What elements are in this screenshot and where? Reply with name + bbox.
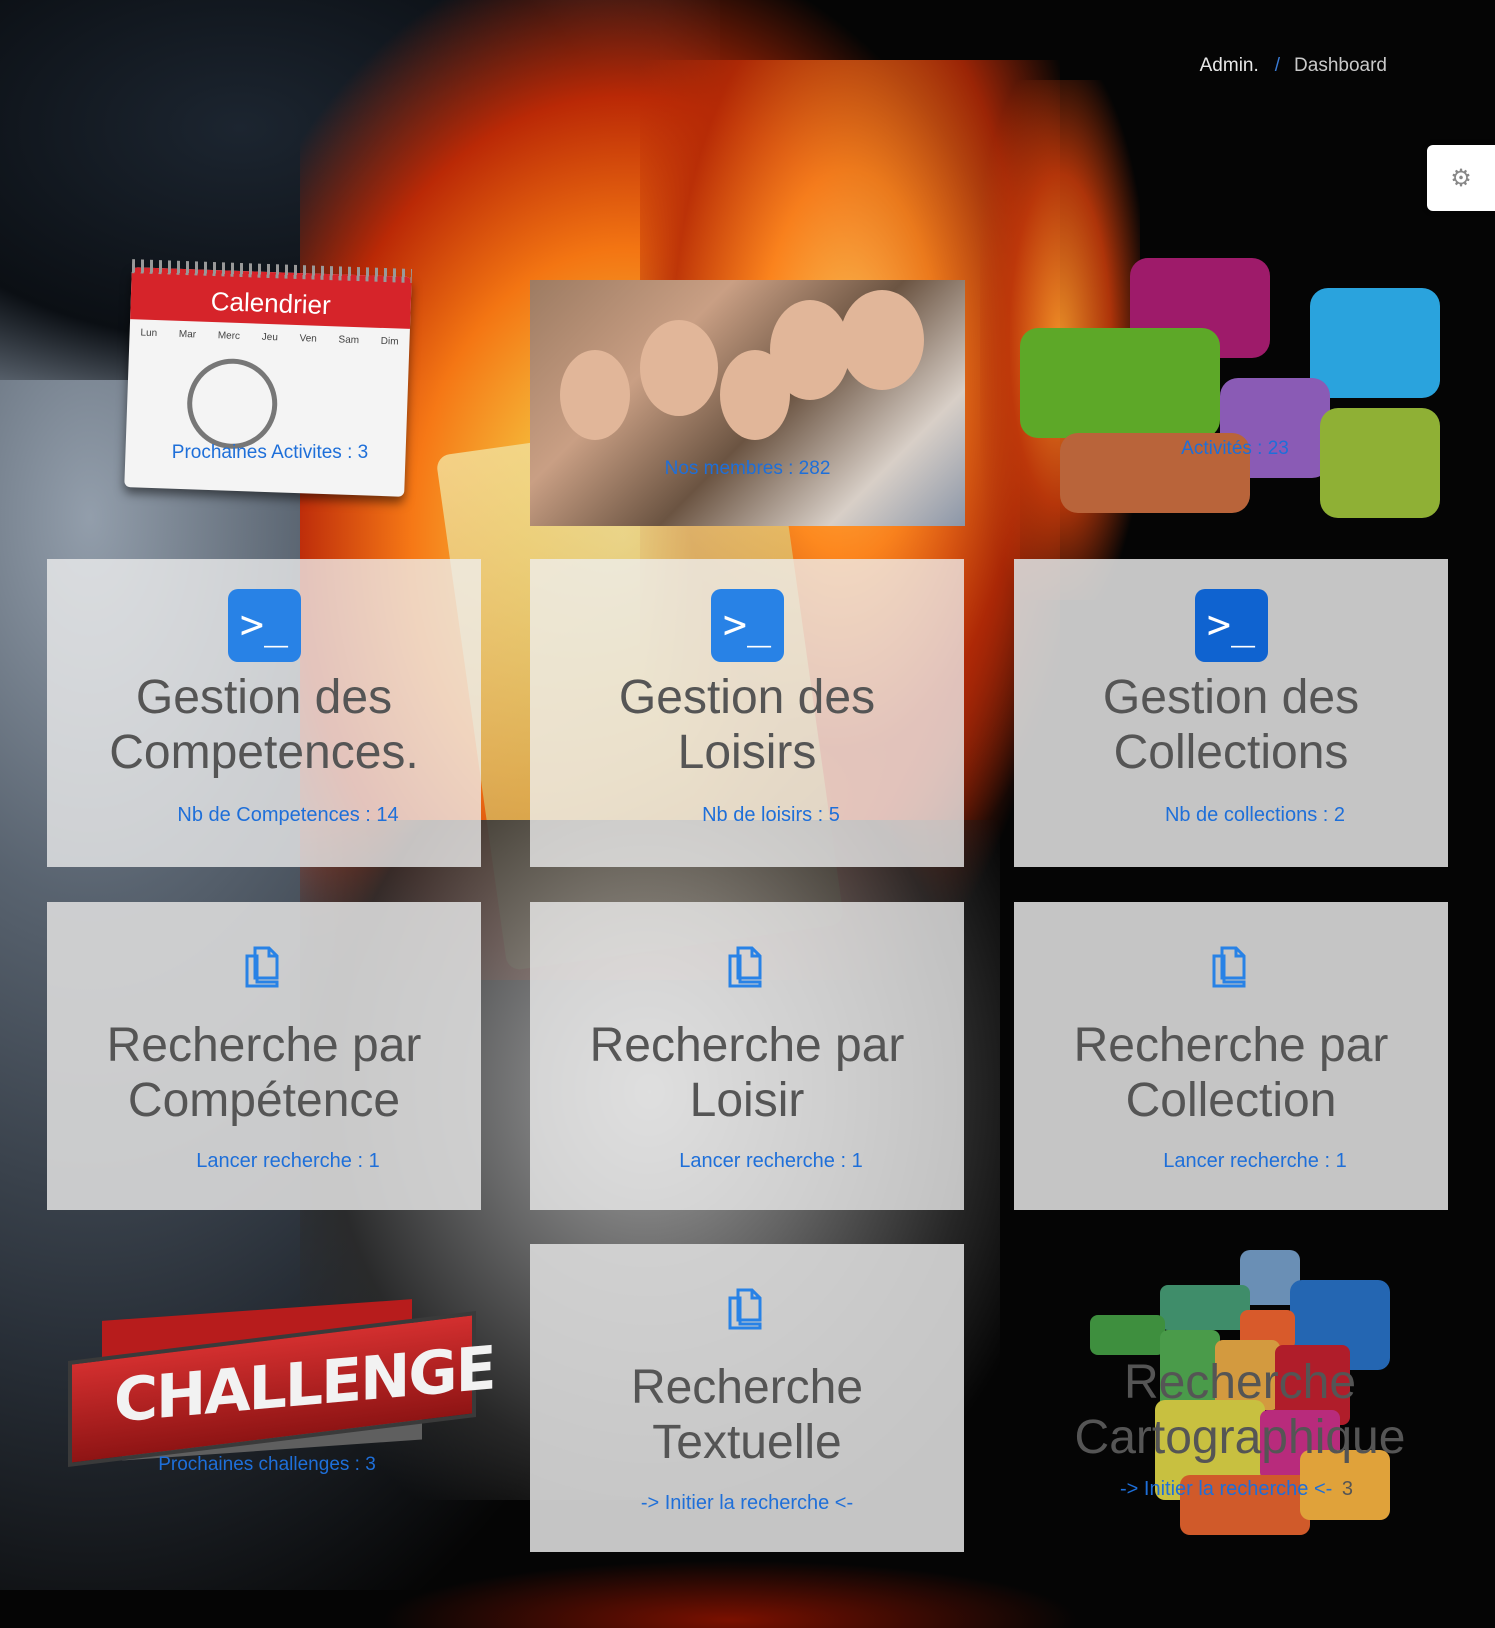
challenge-count-link[interactable]: Prochaines challenges : 3 (62, 1454, 472, 1476)
activities-widget[interactable]: Activités : 23 (1020, 258, 1450, 528)
tile-gestion-loisirs[interactable]: >_ Gestion des Loisirs Nb de loisirs : 5 (530, 559, 964, 867)
tile-title-line1: Recherche par (1073, 1019, 1389, 1072)
tile-search-link[interactable]: Lancer recherche : 1 (1038, 1150, 1472, 1173)
tile-count-link[interactable]: Nb de collections : 2 (1038, 804, 1472, 827)
tile-gestion-collections[interactable]: >_ Gestion des Collections Nb de collect… (1014, 559, 1448, 867)
tile-title-line1: Recherche par (589, 1019, 905, 1072)
breadcrumb-root[interactable]: Admin. (1200, 55, 1259, 77)
breadcrumb-separator: / (1274, 55, 1281, 76)
settings-toggle-button[interactable]: ⚙ (1427, 145, 1495, 211)
copy-icon (724, 944, 770, 990)
map-search-link[interactable]: -> Initier la recherche <- 3 (1120, 1478, 1353, 1501)
map-tile-title: Recherche Cartographique (1074, 1356, 1406, 1464)
gear-icon: ⚙ (1450, 164, 1472, 192)
tile-gestion-competences[interactable]: >_ Gestion des Competences. Nb de Compet… (47, 559, 481, 867)
tile-title-line2: Competences. (109, 726, 419, 779)
copy-icon (724, 1286, 770, 1332)
terminal-icon: >_ (227, 589, 301, 662)
copy-icon (241, 944, 287, 990)
tile-title-line1: Gestion des (1102, 671, 1360, 724)
tile-recherche-competence[interactable]: Recherche par Compétence Lancer recherch… (47, 902, 481, 1210)
tile-title-line2: Compétence (127, 1074, 401, 1127)
tile-title-line2: Textuelle (652, 1416, 842, 1469)
breadcrumb-current: Dashboard (1294, 55, 1387, 76)
tile-recherche-loisir[interactable]: Recherche par Loisir Lancer recherche : … (530, 902, 964, 1210)
tile-count-link[interactable]: Nb de Competences : 14 (71, 804, 505, 827)
tile-title-line1: Recherche (630, 1361, 864, 1414)
breadcrumb: Admin. / Dashboard (1200, 55, 1387, 77)
tile-title-line2: Collections (1113, 726, 1349, 779)
tile-title-line2: Collection (1125, 1074, 1337, 1127)
map-count: 3 (1341, 1478, 1354, 1500)
tile-title-line1: Recherche par (106, 1019, 422, 1072)
calendar-widget[interactable]: Calendrier Lun Mar Merc Jeu Ven Sam Dim Procha… (120, 259, 420, 497)
tile-search-link[interactable]: -> Initier la recherche <- (530, 1492, 964, 1515)
calendar-count-link[interactable]: Prochaines Activites : 3 (120, 442, 420, 464)
challenge-widget[interactable]: CHALLENGE Prochaines challenges : 3 (62, 1270, 495, 1480)
magnifier-icon (185, 357, 279, 451)
activities-count-link[interactable]: Activités : 23 (1020, 438, 1450, 460)
members-count-link[interactable]: Nos membres : 282 (530, 458, 965, 480)
terminal-icon: >_ (710, 589, 784, 662)
tile-search-link[interactable]: Lancer recherche : 1 (554, 1150, 988, 1173)
copy-icon (1208, 944, 1254, 990)
members-photo (530, 280, 965, 526)
tile-search-link[interactable]: Lancer recherche : 1 (71, 1150, 505, 1173)
terminal-icon: >_ (1194, 589, 1268, 662)
tile-recherche-textuelle[interactable]: Recherche Textuelle -> Initier la recher… (530, 1244, 964, 1552)
members-widget[interactable]: Nos membres : 282 (530, 280, 965, 526)
tile-title-line2: Loisirs (677, 726, 817, 779)
tile-title-line1: Gestion des (135, 671, 393, 724)
tile-title-line2: Loisir (689, 1074, 805, 1127)
tile-title-line1: Gestion des (618, 671, 876, 724)
tile-recherche-collection[interactable]: Recherche par Collection Lancer recherch… (1014, 902, 1448, 1210)
tile-count-link[interactable]: Nb de loisirs : 5 (554, 804, 988, 827)
